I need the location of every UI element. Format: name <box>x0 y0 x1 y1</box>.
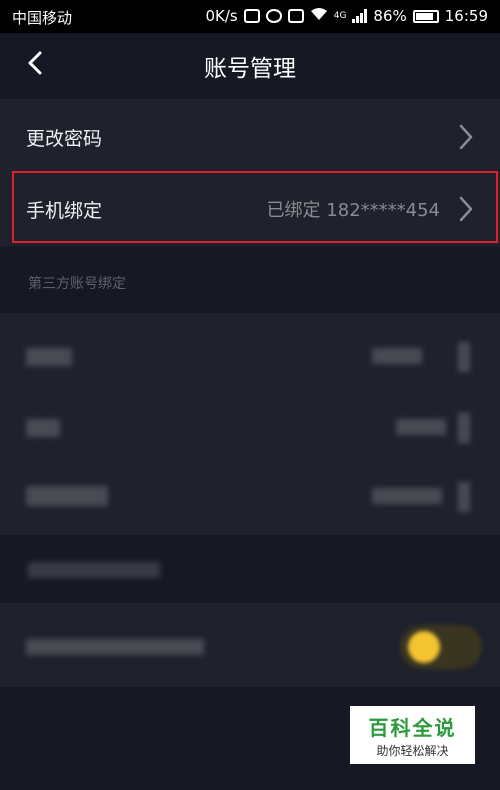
network-speed: 0K/s <box>205 7 238 25</box>
watermark-main-text: 百科全说 <box>368 716 457 740</box>
alarm-icon <box>265 9 282 23</box>
watermark-logo: 百科全说 助你轻松解决 <box>350 706 475 764</box>
pixelated-label <box>26 639 204 655</box>
hd-icon <box>287 9 304 23</box>
pixelated-label <box>26 486 108 506</box>
status-bar: 中国移动 0K/s 4G 86% 16:59 <box>0 0 500 33</box>
navigation-bar: 账号管理 <box>0 33 500 95</box>
change-password-label: 更改密码 <box>26 127 103 150</box>
third-party-account-row[interactable] <box>0 318 500 390</box>
third-party-account-row[interactable] <box>0 460 500 532</box>
wifi-icon <box>310 7 328 25</box>
pixelated-chevron <box>458 482 470 512</box>
pixelated-label <box>26 348 72 366</box>
pixelated-chevron <box>458 413 470 443</box>
carrier-name: 中国移动 <box>12 9 73 27</box>
network-type-badge: 4G <box>333 11 347 21</box>
pixelated-value <box>396 419 446 435</box>
clock: 16:59 <box>444 7 488 25</box>
highlight-box <box>12 171 498 243</box>
signal-icon <box>352 9 368 23</box>
third-party-accounts-group <box>0 313 500 535</box>
page-title: 账号管理 <box>204 56 296 82</box>
toggle-switch[interactable] <box>400 625 482 669</box>
pixelated-toggle-row <box>0 609 500 681</box>
change-password-row[interactable]: 更改密码 <box>0 101 500 173</box>
pixelated-value <box>372 488 442 504</box>
vibrate-icon <box>243 9 260 23</box>
status-icons: 0K/s 4G 86% 16:59 <box>205 7 488 25</box>
battery-icon <box>412 9 439 23</box>
battery-percent: 86% <box>373 7 407 25</box>
pixelated-toggle-group <box>0 603 500 687</box>
pixelated-section-title <box>28 562 160 578</box>
pixelated-chevron <box>458 342 470 372</box>
pixelated-value <box>372 348 422 364</box>
pixelated-label <box>26 419 60 437</box>
watermark-sub-text: 助你轻松解决 <box>376 744 449 758</box>
third-party-account-row[interactable] <box>0 389 500 461</box>
third-party-section-title: 第三方账号绑定 <box>28 276 126 292</box>
toggle-knob <box>408 631 440 663</box>
chevron-right-icon <box>459 124 473 150</box>
